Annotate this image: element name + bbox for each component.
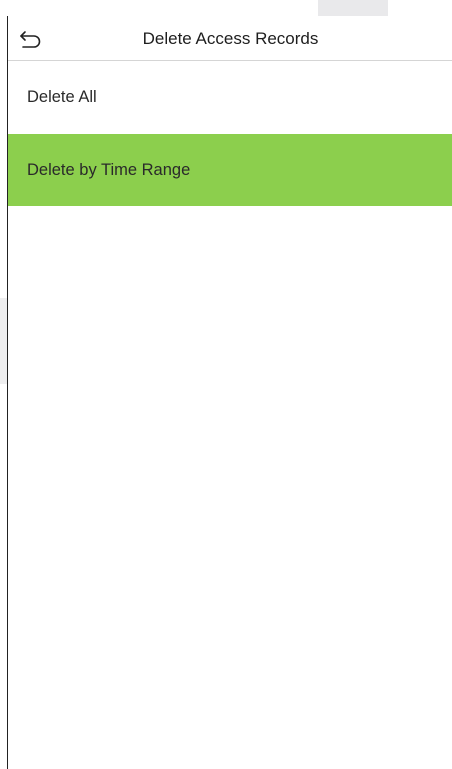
background-shade <box>318 0 388 16</box>
device-screen: Delete Access Records Delete All Delete … <box>7 16 452 769</box>
menu-item-delete-all[interactable]: Delete All <box>8 61 452 134</box>
page-title: Delete Access Records <box>142 29 319 48</box>
header-bar: Delete Access Records <box>8 16 452 61</box>
back-button[interactable] <box>16 24 46 54</box>
back-arrow-icon <box>20 31 41 48</box>
menu-item-delete-by-time-range[interactable]: Delete by Time Range <box>8 134 452 206</box>
menu-item-label: Delete by Time Range <box>27 160 191 179</box>
menu-item-label: Delete All <box>27 88 97 106</box>
